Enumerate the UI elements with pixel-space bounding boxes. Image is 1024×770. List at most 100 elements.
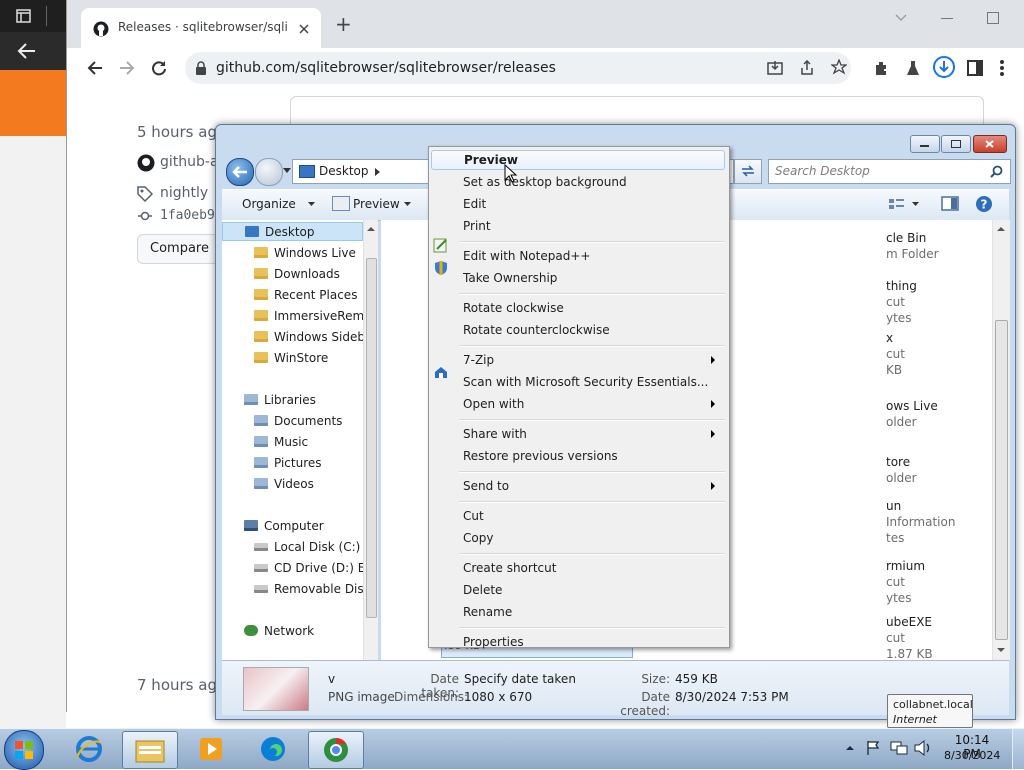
- organize-button[interactable]: Organize: [242, 197, 296, 211]
- scroll-down-icon[interactable]: [997, 648, 1005, 653]
- context-menu-item[interactable]: Set as desktop background: [431, 172, 725, 192]
- context-menu-item[interactable]: Rename: [431, 602, 725, 622]
- help-icon[interactable]: ?: [975, 195, 993, 213]
- taskbar-explorer[interactable]: [122, 731, 178, 769]
- context-menu-item[interactable]: 7-Zip: [431, 350, 725, 370]
- context-menu-item[interactable]: Edit: [431, 194, 725, 214]
- clock-date[interactable]: 8/30/2024: [944, 749, 1000, 762]
- preview-pane-icon[interactable]: [941, 196, 959, 212]
- network-icon[interactable]: [890, 740, 908, 756]
- context-menu-item[interactable]: Copy: [431, 528, 725, 548]
- scroll-up-icon[interactable]: [367, 226, 375, 231]
- url-text[interactable]: github.com/sqlitebrowser/sqlitebrowser/r…: [216, 60, 556, 76]
- back-icon[interactable]: [87, 60, 103, 76]
- forward-icon[interactable]: [119, 60, 135, 76]
- forward-button[interactable]: [255, 158, 283, 186]
- preview-dropdown-icon[interactable]: [404, 202, 411, 207]
- context-menu-item[interactable]: Take Ownership: [431, 268, 725, 288]
- nav-item[interactable]: Computer: [222, 516, 363, 537]
- github-actions-avatar[interactable]: [137, 154, 155, 172]
- context-menu-item[interactable]: Open with: [431, 394, 725, 414]
- nav-item[interactable]: Music: [222, 432, 363, 453]
- maximize-icon[interactable]: [987, 12, 999, 24]
- nav-item[interactable]: Removable Disk: [222, 579, 363, 600]
- view-dropdown-icon[interactable]: [912, 202, 919, 207]
- flask-icon[interactable]: [905, 60, 921, 76]
- reload-icon[interactable]: [151, 60, 167, 76]
- nav-item[interactable]: WinStore: [222, 348, 363, 369]
- nav-item[interactable]: Pictures: [222, 453, 363, 474]
- date-taken-value[interactable]: Specify date taken: [464, 672, 576, 686]
- lock-icon[interactable]: [195, 61, 207, 75]
- nav-item[interactable]: Recent Places: [222, 285, 363, 306]
- search-box[interactable]: Search Desktop: [768, 159, 1011, 184]
- taskbar-media[interactable]: [184, 731, 238, 767]
- context-menu-item[interactable]: Preview: [431, 150, 725, 170]
- browser-tab[interactable]: Releases · sqlitebrowser/sqliteb: [81, 8, 321, 48]
- breadcrumb-location[interactable]: Desktop: [319, 164, 369, 178]
- nav-item[interactable]: CD Drive (D:) Ea: [222, 558, 363, 579]
- download-icon[interactable]: [933, 56, 955, 78]
- context-menu-item[interactable]: Print: [431, 216, 725, 236]
- refresh-button[interactable]: [734, 159, 762, 184]
- context-menu-item[interactable]: Send to: [431, 476, 725, 496]
- back-arrow-icon[interactable]: [17, 42, 37, 60]
- close-tab-icon[interactable]: [299, 24, 309, 34]
- taskbar-ie[interactable]: [62, 731, 116, 767]
- context-menu-item[interactable]: Rotate clockwise: [431, 298, 725, 318]
- install-app-icon[interactable]: [767, 60, 783, 76]
- context-menu-item[interactable]: Edit with Notepad++: [431, 246, 725, 266]
- extensions-icon[interactable]: [873, 60, 889, 76]
- context-menu-item[interactable]: Delete: [431, 580, 725, 600]
- taskbar-chrome[interactable]: [308, 731, 364, 769]
- minimize-icon[interactable]: [941, 18, 953, 19]
- content-scroll-thumb[interactable]: [995, 320, 1008, 640]
- window-icon[interactable]: [16, 9, 32, 23]
- context-menu-item[interactable]: Restore previous versions: [431, 446, 725, 466]
- context-menu-item[interactable]: Share with: [431, 424, 725, 444]
- start-button[interactable]: [4, 730, 44, 770]
- context-menu-item[interactable]: Create shortcut: [431, 558, 725, 578]
- nav-item[interactable]: Windows Sideba: [222, 327, 363, 348]
- nav-item[interactable]: Desktop: [222, 222, 363, 241]
- nav-item[interactable]: Downloads: [222, 264, 363, 285]
- more-menu-icon[interactable]: [999, 60, 1005, 76]
- nav-item[interactable]: Local Disk (C:): [222, 537, 363, 558]
- release-commit[interactable]: 1fa0eb9: [160, 208, 215, 223]
- share-icon[interactable]: [799, 60, 815, 76]
- context-menu-item[interactable]: Cut: [431, 506, 725, 526]
- nav-item[interactable]: ImmersiveRemo: [222, 306, 363, 327]
- new-tab-button[interactable]: +: [335, 14, 352, 34]
- chevron-right-icon[interactable]: [375, 168, 380, 176]
- nav-item[interactable]: Network: [222, 621, 363, 642]
- flag-icon[interactable]: [866, 740, 882, 756]
- preview-button[interactable]: Preview: [353, 197, 400, 211]
- back-button[interactable]: [226, 158, 254, 186]
- nav-item[interactable]: Libraries: [222, 390, 363, 411]
- minimize-button[interactable]: [910, 135, 940, 153]
- context-menu-item[interactable]: Properties: [431, 632, 725, 652]
- nav-item[interactable]: Documents: [222, 411, 363, 432]
- context-menu-item[interactable]: Scan with Microsoft Security Essentials.…: [431, 372, 725, 392]
- nav-scroll-thumb[interactable]: [366, 258, 377, 618]
- change-view-icon[interactable]: [888, 197, 906, 211]
- show-hidden-icons[interactable]: [846, 745, 854, 751]
- scroll-up-icon[interactable]: [997, 226, 1005, 231]
- taskbar-edge[interactable]: [246, 731, 300, 767]
- nav-scrollbar[interactable]: [363, 220, 378, 660]
- address-bar[interactable]: github.com/sqlitebrowser/sqlitebrowser/r…: [185, 52, 851, 84]
- side-panel-icon[interactable]: [967, 60, 983, 76]
- star-icon[interactable]: [831, 59, 847, 75]
- search-icon[interactable]: [990, 165, 1003, 178]
- nav-item[interactable]: Windows Live: [222, 243, 363, 264]
- context-menu-item[interactable]: Rotate counterclockwise: [431, 320, 725, 340]
- volume-icon[interactable]: [914, 740, 932, 756]
- organize-dropdown-icon[interactable]: [308, 202, 315, 207]
- chevron-down-icon[interactable]: [895, 14, 907, 22]
- show-desktop-button[interactable]: [1012, 729, 1024, 769]
- history-dropdown-icon[interactable]: [283, 168, 291, 174]
- content-scrollbar[interactable]: [992, 220, 1010, 660]
- close-button[interactable]: [973, 135, 1007, 153]
- release-tag[interactable]: nightly: [160, 185, 208, 201]
- maximize-button[interactable]: [941, 135, 971, 153]
